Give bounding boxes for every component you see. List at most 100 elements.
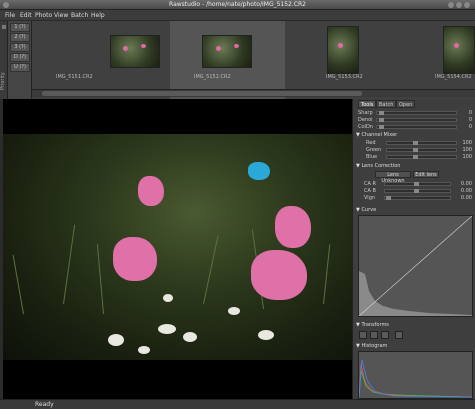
slider-value: 0 xyxy=(468,110,472,116)
slider-knob[interactable] xyxy=(413,141,419,145)
pink-peep-1 xyxy=(138,176,164,206)
image-preview[interactable] xyxy=(3,99,352,399)
flip-button[interactable] xyxy=(381,331,389,339)
toolbar-icon[interactable] xyxy=(2,25,6,29)
slider-track[interactable] xyxy=(376,125,457,129)
slider-knob[interactable] xyxy=(413,148,419,152)
section-title: Transforms xyxy=(361,322,389,328)
priority-panel: 1 (?) 2 (?) 3 (?) D (?) U (?) xyxy=(8,21,32,99)
pink-peep-2 xyxy=(275,206,311,248)
slider-knob[interactable] xyxy=(414,182,420,186)
slider-row[interactable]: Sharp 0 xyxy=(358,110,473,116)
histogram-view xyxy=(358,351,473,399)
slider-knob[interactable] xyxy=(379,125,384,129)
slider-value: 100 xyxy=(462,147,472,153)
thumbnail-item[interactable]: IMG_5154.CR2 xyxy=(417,21,475,99)
slider-track[interactable] xyxy=(384,189,451,193)
thumbnail-image xyxy=(202,35,252,68)
curve-editor[interactable] xyxy=(358,215,473,317)
curve-graph[interactable] xyxy=(358,215,473,317)
slider-label: Blue xyxy=(366,154,378,160)
slider-value: 0.00 xyxy=(460,188,472,194)
slider-value: 0 xyxy=(468,124,472,130)
slider-label: CA B xyxy=(364,188,376,194)
scrollbar-thumb[interactable] xyxy=(42,91,362,96)
blue-peep xyxy=(248,162,270,180)
slider-row[interactable]: Vign 0.00 xyxy=(358,195,473,201)
lens-unknown-button[interactable]: Lens Unknown xyxy=(375,171,411,184)
section-title: Curve xyxy=(361,207,377,213)
slider-knob[interactable] xyxy=(414,189,420,193)
left-toolbar: Priority xyxy=(0,21,8,99)
thumbnail-label: IMG_5152.CR2 xyxy=(194,74,231,80)
slider-track[interactable] xyxy=(376,111,457,115)
slider-track[interactable] xyxy=(386,141,457,145)
tab-tools[interactable]: Tools xyxy=(358,100,377,108)
priority-3-button[interactable]: 3 (?) xyxy=(10,43,30,52)
slider-row[interactable]: Green 100 xyxy=(358,147,473,153)
rotate-left-button[interactable] xyxy=(359,331,367,339)
menu-view[interactable]: View xyxy=(54,12,68,19)
slider-value: 100 xyxy=(462,140,472,146)
menu-photo[interactable]: Photo xyxy=(35,12,52,19)
menu-edit[interactable]: Edit xyxy=(20,12,32,19)
slider-value: 100 xyxy=(462,154,472,160)
section-transforms[interactable]: ▼ Transforms xyxy=(356,322,389,328)
pink-peep-3 xyxy=(113,237,157,281)
slider-knob[interactable] xyxy=(413,155,419,159)
slider-row[interactable]: Denoi 0 xyxy=(358,117,473,123)
menu-batch[interactable]: Batch xyxy=(71,12,88,19)
slider-row[interactable]: Blue 100 xyxy=(358,154,473,160)
tab-open[interactable]: Open xyxy=(396,100,416,108)
pink-peep-4 xyxy=(251,250,307,300)
section-lens-correction[interactable]: ▼ Lens Correction xyxy=(356,163,400,169)
menu-help[interactable]: Help xyxy=(91,12,105,19)
thumbnail-item-selected[interactable]: IMG_5152.CR2 xyxy=(170,21,285,99)
priority-1-button[interactable]: 1 (?) xyxy=(10,23,30,32)
slider-row[interactable]: ColDn 0 xyxy=(358,124,473,130)
slider-knob[interactable] xyxy=(379,118,384,122)
section-histogram[interactable]: ▼ Histogram xyxy=(356,343,387,349)
status-bar: Ready xyxy=(0,399,475,409)
slider-track[interactable] xyxy=(384,196,451,200)
slider-knob[interactable] xyxy=(379,111,384,115)
mirror-button[interactable] xyxy=(395,331,403,339)
tools-panel: Tools Batch Open Sharp 0 Denoi 0 ColDn 0 ▼ … xyxy=(352,99,475,399)
slider-track[interactable] xyxy=(384,182,451,186)
slider-row[interactable]: CA R 0.00 xyxy=(358,181,473,187)
status-text: Ready xyxy=(35,401,54,408)
section-curve[interactable]: ▼ Curve xyxy=(356,207,376,213)
slider-value: 0.00 xyxy=(460,195,472,201)
priority-2-button[interactable]: 2 (?) xyxy=(10,33,30,42)
slider-value: 0 xyxy=(468,117,472,123)
thumbnail-image xyxy=(327,26,359,74)
priority-d-button[interactable]: D (?) xyxy=(10,53,30,62)
menu-file[interactable]: File xyxy=(5,12,15,19)
close-button[interactable] xyxy=(464,2,470,8)
edit-lens-button[interactable]: Edit lens xyxy=(413,171,439,178)
thumbnail-label: IMG_5153.CR2 xyxy=(326,74,363,80)
minimize-button[interactable] xyxy=(448,2,454,8)
slider-label: CA R xyxy=(364,181,376,187)
slider-knob[interactable] xyxy=(386,196,392,200)
title-bar: Rawstudio - /home/nate/photo/IMG_5152.CR… xyxy=(0,0,475,10)
rotate-right-button[interactable] xyxy=(370,331,378,339)
curve-histogram xyxy=(359,271,472,316)
slider-label: ColDn xyxy=(358,124,373,130)
slider-track[interactable] xyxy=(376,118,457,122)
slider-track[interactable] xyxy=(386,155,457,159)
thumbnail-scrollbar[interactable] xyxy=(32,89,475,97)
thumbnail-item[interactable]: IMG_5153.CR2 xyxy=(302,21,415,99)
slider-row[interactable]: CA B 0.00 xyxy=(358,188,473,194)
histogram-graph xyxy=(358,359,473,399)
slider-label: Green xyxy=(366,147,382,153)
tab-batch[interactable]: Batch xyxy=(376,100,397,108)
maximize-button[interactable] xyxy=(456,2,462,8)
section-channel-mixer[interactable]: ▼ Channel Mixer xyxy=(356,132,397,138)
slider-label: Sharp xyxy=(358,110,373,116)
slider-row[interactable]: Red 100 xyxy=(358,140,473,146)
priority-u-button[interactable]: U (?) xyxy=(10,63,30,72)
slider-track[interactable] xyxy=(386,148,457,152)
slider-label: Vign xyxy=(364,195,376,201)
thumbnail-item[interactable]: IMG_5151.CR2 xyxy=(32,21,160,99)
